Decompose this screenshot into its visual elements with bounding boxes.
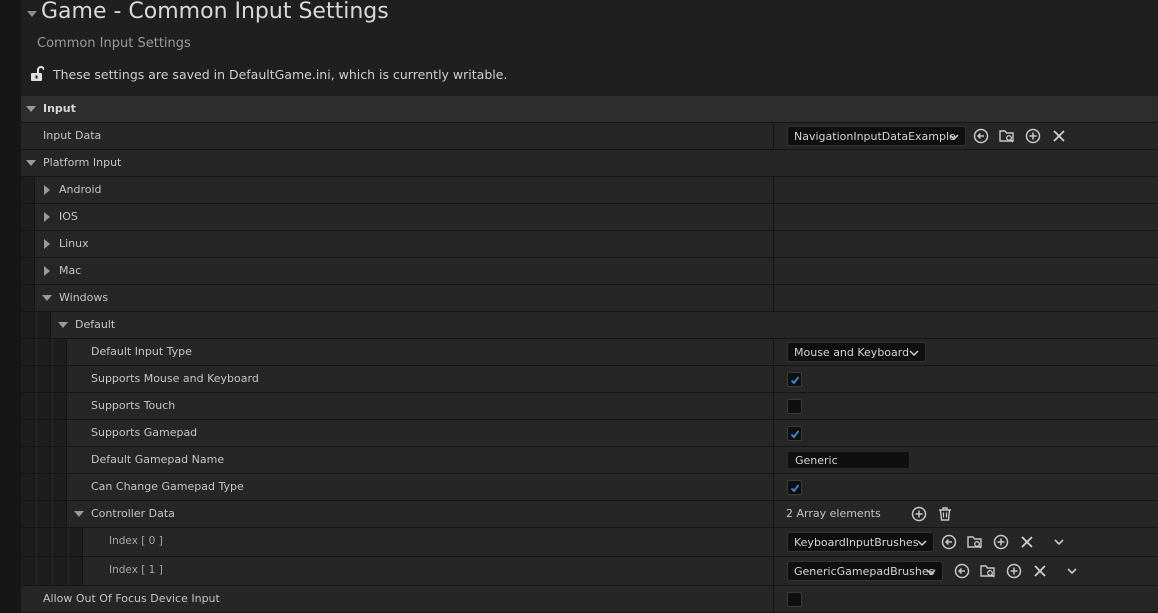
chevron-down-icon[interactable] <box>1064 563 1080 579</box>
property-label: Supports Mouse and Keyboard <box>91 372 259 385</box>
platform-label: Mac <box>59 264 82 277</box>
array-element-0: Index [ 0 ] KeyboardInputBrushes <box>21 528 1158 557</box>
chevron-down-icon <box>926 569 936 576</box>
can-change-gamepad-checkbox[interactable] <box>787 480 802 495</box>
platform-windows[interactable]: Windows <box>21 285 1158 312</box>
platform-label: Android <box>59 183 102 196</box>
collapse-arrow-icon[interactable] <box>27 11 37 17</box>
property-supports-mouse: Supports Mouse and Keyboard <box>21 366 1158 393</box>
platform-linux[interactable]: Linux <box>21 231 1158 258</box>
array-element-1: Index [ 1 ] GenericGamepadBrushes <box>21 557 1158 586</box>
platform-mac[interactable]: Mac <box>21 258 1158 285</box>
supports-touch-checkbox[interactable] <box>787 399 802 414</box>
browse-icon[interactable] <box>980 563 996 579</box>
browse-icon[interactable] <box>967 534 983 550</box>
platform-label: IOS <box>59 210 78 223</box>
unlock-icon <box>31 66 44 81</box>
array-index-label: Index [ 1 ] <box>109 564 163 576</box>
use-selected-icon[interactable] <box>941 534 957 550</box>
checkmark-icon <box>790 484 800 493</box>
array-count: 2 Array elements <box>786 507 881 520</box>
property-label: Supports Touch <box>91 399 176 412</box>
clear-icon[interactable] <box>1051 128 1067 144</box>
property-platform-input[interactable]: Platform Input <box>21 150 1158 177</box>
property-default-input-type: Default Input Type Mouse and Keyboard <box>21 339 1158 366</box>
expand-arrow-icon[interactable] <box>74 511 84 517</box>
browse-icon[interactable] <box>999 128 1015 144</box>
checkmark-icon <box>790 376 800 385</box>
delete-icon[interactable] <box>937 506 953 522</box>
expand-arrow-icon[interactable] <box>44 212 50 222</box>
chevron-down-icon <box>909 350 919 357</box>
property-label: Input Data <box>43 129 102 142</box>
add-icon[interactable] <box>911 506 927 522</box>
page-subtitle: Common Input Settings <box>37 36 191 51</box>
checkmark-icon <box>790 430 800 439</box>
input-data-combo[interactable]: NavigationInputDataExample <box>787 126 966 146</box>
category-label: Input <box>43 102 76 115</box>
clear-icon[interactable] <box>1019 534 1035 550</box>
supports-mouse-checkbox[interactable] <box>787 372 802 387</box>
property-supports-touch: Supports Touch <box>21 393 1158 420</box>
input-type-combo[interactable]: Mouse and Keyboard <box>787 342 926 362</box>
group-label: Default <box>75 318 116 331</box>
chevron-down-icon[interactable] <box>1051 534 1067 550</box>
chevron-down-icon <box>917 540 927 547</box>
property-label: Allow Out Of Focus Device Input <box>43 592 220 605</box>
left-margin <box>0 0 21 612</box>
expand-arrow-icon[interactable] <box>26 160 36 166</box>
property-label: Default Gamepad Name <box>91 453 225 466</box>
controller-data-combo-0[interactable]: KeyboardInputBrushes <box>787 532 934 552</box>
expand-arrow-icon[interactable] <box>44 185 50 195</box>
use-selected-icon[interactable] <box>973 128 989 144</box>
expand-arrow-icon[interactable] <box>44 266 50 276</box>
platform-ios[interactable]: IOS <box>21 204 1158 231</box>
gamepad-name-input[interactable]: Generic <box>787 451 910 469</box>
platform-label: Linux <box>59 237 89 250</box>
property-label: Default Input Type <box>91 345 192 358</box>
config-notice: These settings are saved in DefaultGame.… <box>53 67 508 82</box>
platform-label: Windows <box>59 291 109 304</box>
supports-gamepad-checkbox[interactable] <box>787 426 802 441</box>
property-label: Controller Data <box>91 507 175 520</box>
property-allow-out-of-focus: Allow Out Of Focus Device Input <box>21 586 1158 613</box>
property-controller-data[interactable]: Controller Data 2 Array elements <box>21 501 1158 528</box>
controller-data-combo-1[interactable]: GenericGamepadBrushes <box>787 561 943 581</box>
add-icon[interactable] <box>993 534 1009 550</box>
page-title: Game - Common Input Settings <box>41 0 389 24</box>
property-input-data: Input Data NavigationInputDataExample <box>21 123 1158 150</box>
platform-android[interactable]: Android <box>21 177 1158 204</box>
expand-arrow-icon[interactable] <box>42 295 52 301</box>
chevron-down-icon <box>949 134 959 141</box>
property-label: Supports Gamepad <box>91 426 198 439</box>
property-can-change-gamepad: Can Change Gamepad Type <box>21 474 1158 501</box>
property-supports-gamepad: Supports Gamepad <box>21 420 1158 447</box>
expand-arrow-icon[interactable] <box>58 322 68 328</box>
add-icon[interactable] <box>1025 128 1041 144</box>
expand-arrow-icon[interactable] <box>44 239 50 249</box>
array-index-label: Index [ 0 ] <box>109 535 163 547</box>
category-input[interactable]: Input <box>21 96 1158 123</box>
add-icon[interactable] <box>1006 563 1022 579</box>
expand-arrow-icon[interactable] <box>26 106 36 112</box>
property-label: Can Change Gamepad Type <box>91 480 244 493</box>
allow-out-of-focus-checkbox[interactable] <box>787 592 802 607</box>
property-default-gamepad-name: Default Gamepad Name Generic <box>21 447 1158 474</box>
property-label: Platform Input <box>43 156 122 169</box>
use-selected-icon[interactable] <box>954 563 970 579</box>
clear-icon[interactable] <box>1032 563 1048 579</box>
group-default[interactable]: Default <box>21 312 1158 339</box>
